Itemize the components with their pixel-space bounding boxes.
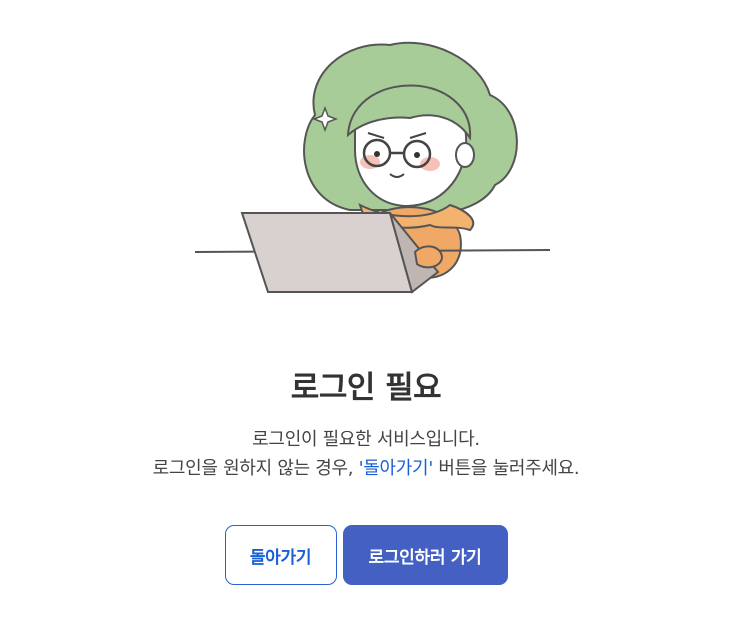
description-line-2-after: 버튼을 눌러주세요. bbox=[432, 458, 580, 479]
description-line-1: 로그인이 필요한 서비스입니다. bbox=[252, 429, 480, 450]
person-with-laptop-icon bbox=[194, 41, 551, 294]
page-title: 로그인 필요 bbox=[290, 370, 442, 406]
action-buttons: 돌아가기 로그인하러 가기 bbox=[0, 525, 732, 585]
back-button[interactable]: 돌아가기 bbox=[224, 525, 337, 585]
description: 로그인이 필요한 서비스입니다. 로그인을 원하지 않는 경우, '돌아가기' … bbox=[0, 425, 732, 483]
back-highlight-text: '돌아가기' bbox=[358, 458, 434, 479]
description-line-2: 로그인을 원하지 않는 경우, '돌아가기' 버튼을 눌러주세요. bbox=[0, 454, 732, 483]
go-to-login-button[interactable]: 로그인하러 가기 bbox=[342, 525, 508, 585]
description-line-2-before: 로그인을 원하지 않는 경우, bbox=[152, 458, 359, 479]
login-required-page: 로그인 필요 로그인이 필요한 서비스입니다. 로그인을 원하지 않는 경우, … bbox=[0, 0, 732, 631]
